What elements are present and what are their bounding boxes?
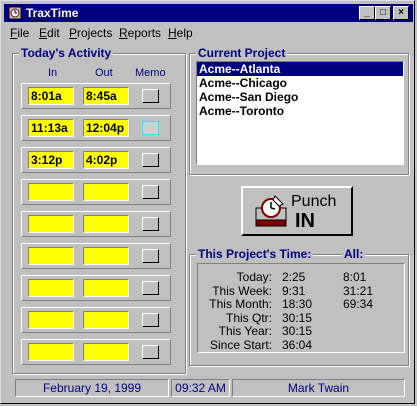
punch-in-button[interactable]: Punch IN: [241, 186, 353, 236]
memo-button[interactable]: [142, 89, 159, 103]
time-out-field[interactable]: 4:02p: [83, 151, 129, 169]
activity-row: 8:01a 8:45a: [21, 83, 171, 109]
time-out-field[interactable]: [83, 279, 129, 297]
time-in-field[interactable]: 3:12p: [28, 151, 74, 169]
status-user: Mark Twain: [232, 379, 405, 397]
time-in-field[interactable]: [28, 183, 74, 201]
activity-row: [21, 307, 171, 333]
menu-bar: File Edit Projects Reports Help: [4, 24, 413, 42]
project-list-item[interactable]: Acme--Toronto: [197, 104, 403, 118]
time-in-field[interactable]: [28, 247, 74, 265]
memo-button[interactable]: [142, 185, 159, 199]
menu-projects[interactable]: Projects: [69, 26, 112, 40]
time-out-field[interactable]: [83, 215, 129, 233]
punch-label: Punch: [291, 193, 337, 210]
project-list-item[interactable]: Acme--Atlanta: [197, 62, 403, 76]
maximize-icon: □: [379, 7, 387, 18]
menu-help-rest: elp: [176, 26, 193, 40]
activity-row: 11:13a 12:04p: [21, 115, 171, 141]
minimize-icon: _: [364, 7, 370, 18]
maximize-button[interactable]: □: [375, 6, 391, 20]
stat-project-value: 9:31: [282, 283, 306, 298]
col-in-header: In: [48, 67, 58, 79]
current-project-title: Current Project: [196, 46, 288, 60]
menu-file-rest: ile: [17, 26, 30, 40]
window-title: TraxTime: [26, 6, 79, 20]
memo-button[interactable]: [142, 313, 159, 327]
activity-row: [21, 339, 171, 365]
activity-row: [21, 211, 171, 237]
project-list-item[interactable]: Acme--Chicago: [197, 76, 403, 90]
time-in-field[interactable]: [28, 311, 74, 329]
memo-button[interactable]: [142, 345, 159, 359]
stat-label: This Month:: [209, 297, 272, 311]
activity-row: [21, 243, 171, 269]
punch-state-label: IN: [295, 210, 315, 232]
stat-label: Since Start:: [209, 337, 272, 352]
close-icon: ×: [398, 7, 404, 18]
stat-all-value: 69:34: [343, 297, 374, 311]
punch-clock-icon: [255, 195, 287, 227]
stat-label: This Qtr:: [225, 310, 272, 325]
time-stats-panel: Today: 2:25 8:01 This Week: 9:31 31:21 This Mo…: [197, 263, 405, 353]
stat-project-value: 2:25: [282, 270, 306, 284]
menu-help[interactable]: Help: [168, 26, 193, 40]
time-in-field[interactable]: 8:01a: [28, 87, 74, 105]
status-time: 09:32 AM: [171, 379, 230, 397]
stat-label: Today:: [236, 270, 272, 284]
close-button[interactable]: ×: [393, 6, 409, 20]
activity-row: [21, 179, 171, 205]
menu-projects-rest: rojects: [77, 26, 113, 40]
memo-button[interactable]: [142, 281, 159, 295]
col-out-header: Out: [95, 67, 113, 79]
memo-button[interactable]: [142, 153, 159, 167]
time-out-field[interactable]: 12:04p: [83, 119, 129, 137]
minimize-button[interactable]: _: [359, 6, 375, 20]
todays-activity-title: Today's Activity: [19, 46, 114, 60]
project-listbox[interactable]: Acme--Atlanta Acme--Chicago Acme--San Dieg…: [196, 61, 404, 165]
stat-project-value: 36:04: [282, 337, 313, 352]
stat-label: This Year:: [218, 324, 272, 338]
menu-edit-rest: dit: [47, 26, 60, 40]
stat-all-value: 8:01: [343, 270, 367, 284]
memo-button[interactable]: [142, 121, 159, 135]
stat-all-value: 31:21: [343, 283, 374, 298]
activity-row: [21, 275, 171, 301]
time-out-field[interactable]: 8:45a: [83, 87, 129, 105]
stat-label: This Week:: [212, 283, 272, 298]
time-in-field[interactable]: [28, 343, 74, 361]
app-window: TraxTime _ □ × File Edit Projects Report…: [0, 0, 415, 404]
stat-project-value: 30:15: [282, 310, 313, 325]
time-out-field[interactable]: [83, 343, 129, 361]
project-list-item[interactable]: Acme--San Diego: [197, 90, 403, 104]
menu-file[interactable]: File: [10, 26, 29, 40]
menu-reports[interactable]: Reports: [119, 26, 161, 40]
memo-button[interactable]: [142, 249, 159, 263]
title-bar[interactable]: TraxTime _ □ ×: [4, 4, 413, 22]
stat-project-value: 30:15: [282, 324, 313, 338]
activity-row: 3:12p 4:02p: [21, 147, 171, 173]
stat-project-value: 18:30: [282, 297, 313, 311]
time-in-field[interactable]: [28, 279, 74, 297]
status-date: February 19, 1999: [15, 379, 169, 397]
time-out-field[interactable]: [83, 311, 129, 329]
menu-edit[interactable]: Edit: [39, 26, 60, 40]
time-in-field[interactable]: [28, 215, 74, 233]
clock-app-icon: [8, 6, 22, 20]
time-out-field[interactable]: [83, 247, 129, 265]
time-in-field[interactable]: 11:13a: [28, 119, 74, 137]
all-time-title: All:: [342, 247, 366, 261]
menu-reports-rest: eports: [127, 26, 162, 40]
project-time-title: This Project's Time:: [196, 247, 314, 261]
memo-button[interactable]: [142, 217, 159, 231]
col-memo-header: Memo: [135, 67, 166, 79]
time-out-field[interactable]: [83, 183, 129, 201]
